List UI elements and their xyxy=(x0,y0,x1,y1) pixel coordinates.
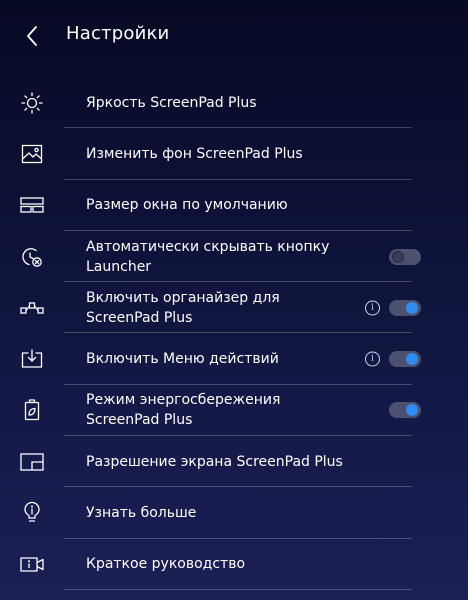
setting-label: Включить органайзер для ScreenPad Plus xyxy=(86,289,280,326)
organizer-icon xyxy=(18,294,46,322)
setting-learn-more[interactable]: Узнать больше xyxy=(0,487,468,539)
toggle-knob xyxy=(392,250,404,263)
action-menu-icon xyxy=(18,345,46,373)
window-size-icon xyxy=(18,191,46,219)
lightbulb-icon xyxy=(18,499,46,527)
guide-video-icon xyxy=(18,550,46,578)
settings-list: Яркость ScreenPad Plus Изменить фон Scre… xyxy=(0,77,468,590)
resolution-icon xyxy=(18,448,46,476)
setting-label: Размер окна по умолчанию xyxy=(86,197,288,214)
setting-window-size[interactable]: Размер окна по умолчанию xyxy=(0,180,468,231)
setting-power-saving[interactable]: Режим энергосбережения ScreenPad Plus xyxy=(0,385,468,437)
chevron-left-icon xyxy=(25,25,39,47)
info-icon[interactable]: i xyxy=(365,300,380,316)
action-menu-toggle[interactable] xyxy=(389,351,421,368)
setting-quick-guide[interactable]: Краткое руководство xyxy=(0,539,468,590)
brightness-icon xyxy=(18,89,46,117)
setting-label: Разрешение экрана ScreenPad Plus xyxy=(86,453,343,470)
setting-label: Узнать больше xyxy=(86,505,197,522)
setting-auto-hide-launcher[interactable]: Автоматически скрывать кнопку Launcher xyxy=(0,231,468,283)
setting-label: Краткое руководство xyxy=(86,556,246,573)
toggle-knob xyxy=(406,353,418,366)
info-icon[interactable]: i xyxy=(365,351,380,367)
power-saving-toggle[interactable] xyxy=(389,402,421,419)
toggle-knob xyxy=(406,301,418,314)
divider xyxy=(64,588,412,590)
wallpaper-icon xyxy=(18,140,46,168)
auto-hide-launcher-icon xyxy=(18,243,46,271)
setting-label: Яркость ScreenPad Plus xyxy=(86,94,257,111)
page-title: Настройки xyxy=(66,23,170,44)
back-button[interactable] xyxy=(18,22,46,50)
auto-hide-launcher-toggle[interactable] xyxy=(389,248,421,265)
setting-brightness[interactable]: Яркость ScreenPad Plus xyxy=(0,77,468,129)
setting-resolution[interactable]: Разрешение экрана ScreenPad Plus xyxy=(0,436,468,488)
header-bar: Настройки xyxy=(0,0,468,72)
setting-action-menu[interactable]: Включить Меню действий i xyxy=(0,333,468,385)
organizer-toggle[interactable] xyxy=(389,299,421,316)
power-saving-icon xyxy=(18,396,46,424)
toggle-knob xyxy=(406,404,418,417)
setting-label: Включить Меню действий xyxy=(86,351,279,368)
setting-label: Изменить фон ScreenPad Plus xyxy=(86,145,303,162)
setting-label: Режим энергосбережения ScreenPad Plus xyxy=(86,392,281,429)
setting-organizer[interactable]: Включить органайзер для ScreenPad Plus i xyxy=(0,282,468,334)
setting-wallpaper[interactable]: Изменить фон ScreenPad Plus xyxy=(0,128,468,180)
setting-label: Автоматически скрывать кнопку Launcher xyxy=(86,238,330,275)
